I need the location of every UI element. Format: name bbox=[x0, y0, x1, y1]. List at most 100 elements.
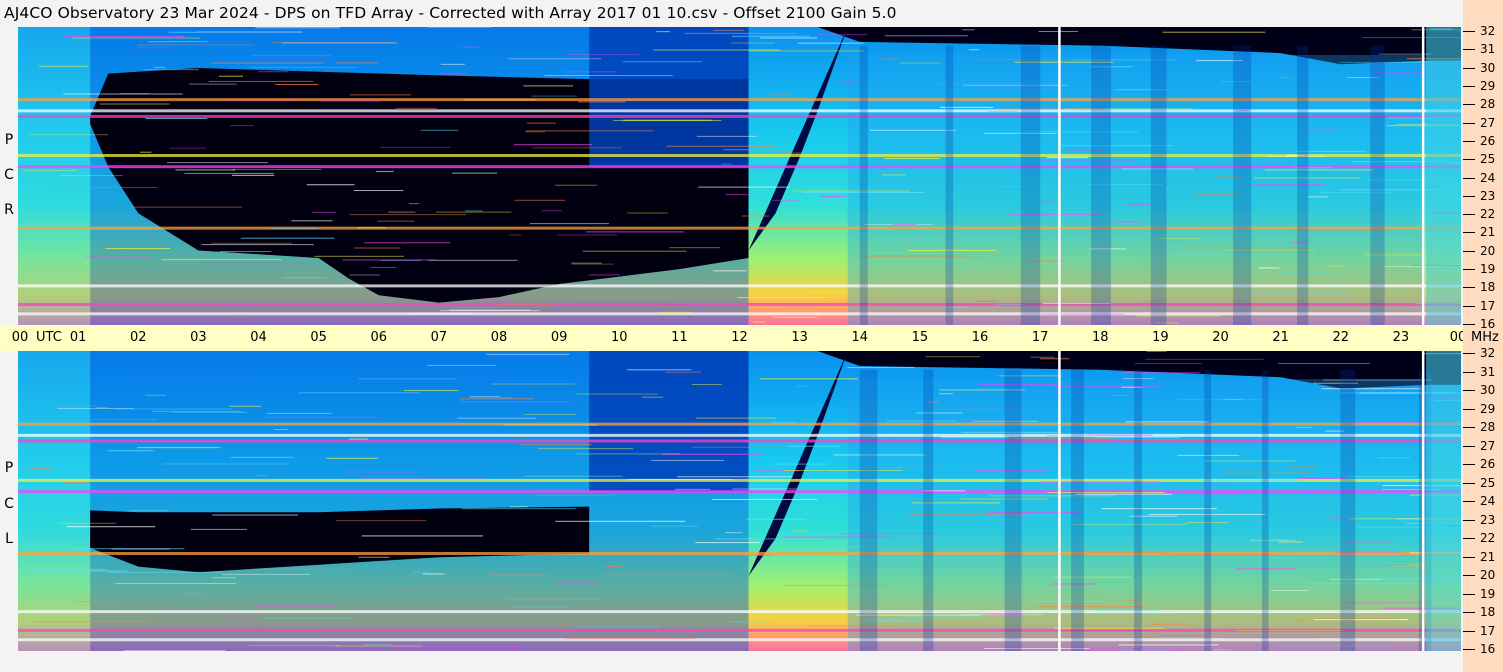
rfi-streak bbox=[379, 146, 451, 148]
rfi-streak bbox=[578, 101, 626, 103]
hour-tick-label: 12 bbox=[731, 330, 748, 345]
rfi-streak bbox=[563, 71, 618, 73]
rfi-streak bbox=[271, 227, 317, 229]
rfi-streak bbox=[770, 93, 793, 95]
time-unit-label: UTC bbox=[36, 330, 62, 345]
rfi-streak bbox=[469, 396, 513, 398]
rfi-streak bbox=[439, 310, 541, 312]
polarization-letter: P bbox=[4, 132, 14, 148]
rfi-streak bbox=[530, 494, 615, 496]
rfi-streak bbox=[1144, 358, 1264, 360]
rfi-streak bbox=[960, 614, 1043, 616]
mhz-tick bbox=[1463, 104, 1475, 106]
mhz-tick-label: 31 bbox=[1480, 42, 1496, 57]
rfi-streak bbox=[982, 600, 1106, 602]
rfi-streak bbox=[622, 119, 712, 121]
rfi-streak bbox=[556, 234, 618, 236]
rfi-streak bbox=[531, 95, 577, 97]
rfi-streak bbox=[1166, 246, 1181, 248]
rfi-streak bbox=[526, 122, 557, 124]
rfi-streak bbox=[1266, 155, 1324, 157]
rfi-streak bbox=[732, 488, 797, 490]
rfi-streak bbox=[925, 356, 981, 358]
rfi-streak bbox=[1278, 541, 1303, 543]
rfi-streak bbox=[787, 445, 840, 447]
rfi-streak bbox=[960, 498, 1048, 500]
rfi-streak bbox=[273, 429, 288, 431]
rfi-streak bbox=[31, 569, 106, 571]
mhz-tick-label: 19 bbox=[1480, 586, 1496, 601]
rfi-streak bbox=[1095, 609, 1160, 611]
mhz-tick-label: 21 bbox=[1480, 225, 1496, 240]
rfi-streak bbox=[1264, 169, 1374, 171]
rfi-streak bbox=[524, 413, 577, 415]
rfi-streak bbox=[677, 476, 793, 478]
vertical-stripe bbox=[859, 45, 868, 325]
rfi-streak bbox=[1205, 460, 1296, 462]
rfi-streak bbox=[1075, 493, 1172, 495]
rfi-streak bbox=[281, 42, 398, 44]
rfi-streak bbox=[1278, 363, 1370, 365]
rfi-streak bbox=[190, 528, 247, 530]
rfi-streak bbox=[881, 174, 906, 176]
mhz-tick-label: 19 bbox=[1480, 262, 1496, 277]
rfi-streak bbox=[189, 83, 237, 85]
vertical-stripe bbox=[1340, 369, 1356, 651]
mhz-tick bbox=[1463, 371, 1475, 373]
rfi-streak bbox=[665, 371, 702, 373]
mhz-tick-label: 16 bbox=[1480, 317, 1496, 331]
rfi-streak bbox=[532, 147, 622, 149]
rfi-streak bbox=[72, 37, 200, 39]
rfi-streak bbox=[221, 573, 310, 575]
rfi-streak bbox=[892, 223, 917, 225]
mhz-tick-label: 32 bbox=[1480, 346, 1496, 360]
rfi-streak bbox=[64, 481, 88, 483]
mhz-tick-label: 29 bbox=[1480, 401, 1496, 416]
mhz-tick-label: 23 bbox=[1480, 512, 1496, 527]
mhz-tick-label: 31 bbox=[1480, 364, 1496, 379]
rfi-streak bbox=[137, 47, 170, 49]
rfi-streak bbox=[1110, 394, 1129, 396]
vertical-stripe bbox=[1261, 369, 1269, 651]
rfi-streak bbox=[115, 583, 237, 585]
rfi-streak bbox=[1213, 649, 1232, 651]
rfi-streak bbox=[748, 50, 865, 52]
rfi-streak bbox=[1309, 582, 1438, 584]
rfi-streak bbox=[555, 520, 686, 522]
rfi-streak bbox=[1038, 606, 1145, 608]
rfi-streak bbox=[774, 463, 828, 465]
mhz-tick-label: 32 bbox=[1480, 24, 1496, 38]
rfi-streak bbox=[934, 83, 1061, 85]
mhz-tick-label: 22 bbox=[1480, 207, 1496, 222]
rfi-streak bbox=[529, 223, 609, 225]
rfi-streak bbox=[343, 471, 421, 473]
rfi-streak bbox=[463, 99, 537, 101]
rfi-streak bbox=[656, 31, 670, 33]
mhz-tick bbox=[1463, 214, 1475, 216]
rfi-streak bbox=[451, 172, 498, 174]
rfi-streak bbox=[20, 121, 69, 123]
rfi-streak bbox=[771, 422, 796, 424]
mhz-tick-label: 23 bbox=[1480, 188, 1496, 203]
mhz-tick bbox=[1463, 287, 1475, 289]
rfi-streak bbox=[427, 364, 497, 366]
rfi-streak bbox=[509, 506, 528, 508]
rfi-streak bbox=[107, 571, 221, 573]
rfi-streak bbox=[457, 417, 537, 419]
rfi-streak bbox=[95, 407, 108, 409]
rfi-streak bbox=[1321, 388, 1421, 390]
rfi-streak bbox=[211, 242, 292, 244]
rfi-streak bbox=[1085, 552, 1172, 554]
rfi-streak bbox=[1070, 523, 1188, 525]
rfi-streak bbox=[981, 88, 1109, 90]
rfi-streak bbox=[983, 132, 1057, 134]
rfi-streak bbox=[585, 231, 685, 233]
rfi-streak bbox=[395, 107, 437, 109]
hour-tick-label: 15 bbox=[911, 330, 929, 345]
rfi-band bbox=[18, 490, 1461, 494]
rfi-streak bbox=[759, 378, 858, 380]
rfi-streak bbox=[231, 174, 275, 176]
rfi-streak bbox=[163, 463, 290, 465]
rfi-streak bbox=[224, 618, 258, 620]
rfi-streak bbox=[1325, 265, 1345, 267]
